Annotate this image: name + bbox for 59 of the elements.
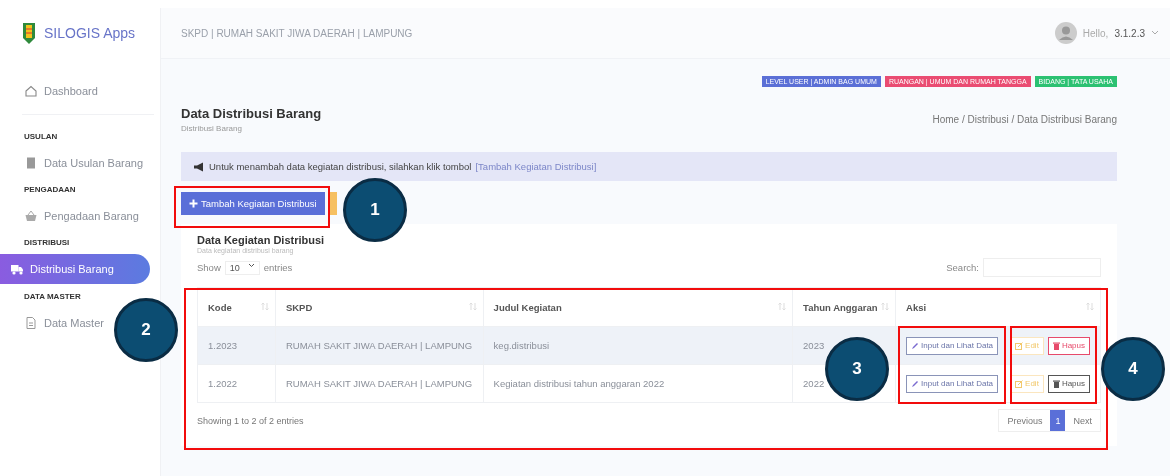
pencil-icon — [911, 341, 919, 350]
search-label: Search: — [946, 262, 979, 273]
column-header[interactable]: Judul Kegiatan — [483, 287, 793, 327]
header-title: SKPD | RUMAH SAKIT JIWA DAERAH | LAMPUNG — [181, 27, 413, 39]
pagination-button[interactable]: 1 — [1050, 410, 1066, 431]
page-subtitle: Distribusi Barang — [181, 124, 243, 133]
sidebar-section-label: PENGADAAN — [23, 183, 77, 196]
sidebar-item[interactable]: Distribusi Barang — [0, 254, 150, 284]
edit-icon — [1015, 379, 1024, 388]
page-size-select[interactable]: 10 — [224, 260, 260, 275]
trash-icon — [1052, 341, 1060, 350]
secondary-action-button[interactable] — [328, 192, 337, 215]
home-icon — [24, 83, 38, 98]
app-name: SILOGIS Apps — [44, 25, 136, 41]
column-header[interactable]: Aksi — [895, 287, 1101, 327]
column-header[interactable]: Tahun Anggaran — [792, 287, 896, 327]
plus-icon — [189, 199, 198, 208]
user-name[interactable]: 3.1.2.3 — [1114, 27, 1145, 39]
shield-logo-icon — [22, 21, 36, 45]
sidebar-section-label: DISTRIBUSI — [23, 236, 71, 249]
delete-button[interactable]: Hapus — [1047, 374, 1090, 393]
breadcrumb: Home / Distribusi / Data Distribusi Barang — [932, 114, 1117, 125]
table-cell: 1.2023 — [197, 326, 276, 365]
megaphone-icon — [193, 161, 205, 172]
alert-link[interactable]: [Tambah Kegiatan Distribusi] — [475, 161, 597, 172]
sidebar-section-label: DATA MASTER — [23, 290, 82, 303]
input-view-button[interactable]: Input dan Lihat Data — [906, 336, 999, 355]
sidebar-item[interactable]: Data Usulan Barang — [24, 148, 148, 177]
page-title: Data Distribusi Barang — [181, 106, 322, 121]
show-label: Show — [197, 262, 221, 273]
alert-text: Untuk menambah data kegiatan distribusi, silahkan klik tombol — [209, 161, 472, 172]
trash-icon — [1052, 379, 1060, 388]
column-header[interactable]: Kode — [197, 287, 276, 327]
sidebar-item[interactable]: Dashboard — [24, 76, 102, 105]
add-activity-button[interactable]: Tambah Kegiatan Distribusi — [181, 192, 325, 215]
card-title: Data Kegiatan Distribusi — [197, 234, 326, 246]
basket-icon — [24, 208, 38, 223]
avatar-icon — [1054, 22, 1077, 44]
sidebar-section-label: USULAN — [23, 130, 59, 143]
table-cell: RUMAH SAKIT JIWA DAERAH | LAMPUNG — [275, 364, 484, 403]
delete-button[interactable]: Hapus — [1047, 336, 1090, 355]
doc-icon — [24, 155, 38, 170]
input-view-button[interactable]: Input dan Lihat Data — [906, 374, 999, 393]
column-header[interactable]: SKPD — [275, 287, 484, 327]
edit-icon — [1015, 341, 1024, 350]
table-cell: RUMAH SAKIT JIWA DAERAH | LAMPUNG — [275, 326, 484, 365]
table-cell: keg.distribusi — [483, 326, 793, 365]
chevron-down-icon — [247, 262, 255, 268]
greeting: Hello, — [1082, 27, 1109, 39]
sidebar-item[interactable]: Data Master — [24, 308, 108, 337]
file-icon — [24, 315, 38, 330]
table-cell: 1.2022 — [197, 364, 276, 403]
truck-icon — [10, 262, 24, 276]
table-cell: Kegiatan distribusi tahun anggaran 2022 — [483, 364, 793, 403]
entries-info: Showing 1 to 2 of 2 entries — [197, 415, 304, 426]
chevron-icon[interactable] — [1151, 30, 1159, 36]
entries-label: entries — [263, 262, 293, 273]
pencil-icon — [911, 379, 919, 388]
sidebar-item[interactable]: Pengadaan Barang — [24, 201, 143, 230]
